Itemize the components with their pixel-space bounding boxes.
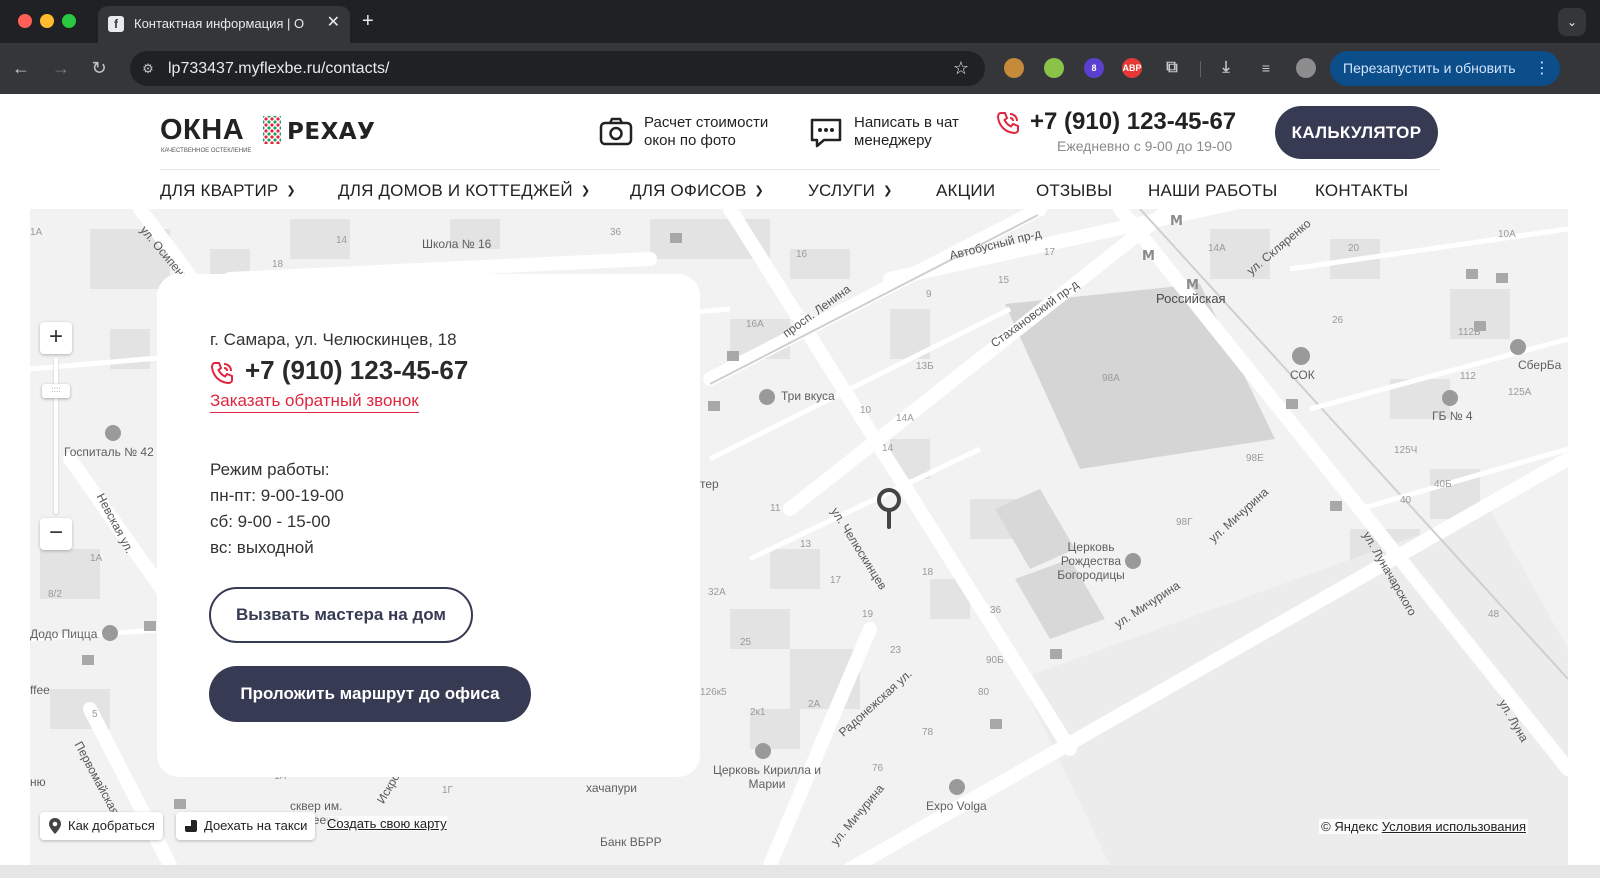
maximize-window-button[interactable] (62, 14, 76, 28)
menu-item-apartments[interactable]: ДЛЯ КВАРТИР ❯ (160, 181, 296, 201)
hours-title: Режим работы: (210, 460, 330, 479)
kiwi-extension-icon[interactable] (1044, 58, 1064, 78)
map-create-link[interactable]: Создать свою карту (327, 816, 447, 831)
relaunch-update-button[interactable]: Перезапустить и обновить ⋮ (1330, 51, 1560, 86)
build-route-button[interactable]: Проложить маршрут до офиса (209, 666, 531, 722)
header-working-hours: Ежедневно с 9-00 до 19-00 (1057, 138, 1233, 154)
phone-ringing-icon (210, 362, 233, 385)
profile-avatar[interactable] (1296, 58, 1316, 78)
site-settings-icon[interactable]: ⚙ (138, 59, 158, 79)
zoom-in-button[interactable]: + (40, 322, 72, 354)
zoom-slider-handle[interactable]: :::: (42, 384, 70, 398)
page-bottom-edge (0, 865, 1600, 878)
chevron-down-icon: ❯ (754, 185, 764, 197)
download-icon[interactable]: ⤓ (1216, 58, 1236, 78)
phone-ringing-icon (996, 112, 1019, 135)
map-taxi-button[interactable]: Доехать на такси (176, 812, 316, 840)
tab-close-icon[interactable]: ✕ (327, 14, 340, 32)
map-copyright-text: © Яндекс (1321, 819, 1379, 834)
menu-item-houses[interactable]: ДЛЯ ДОМОВ И КОТТЕДЖЕЙ ❯ (338, 181, 590, 201)
chevron-down-icon: ❯ (580, 185, 591, 197)
menu-item-works[interactable]: НАШИ РАБОТЫ (1148, 181, 1278, 201)
photo-calc-text: Расчет стоимости окон по фото (644, 114, 769, 149)
camera-icon (599, 117, 633, 146)
map-route-label: Как добраться (68, 818, 155, 833)
header-phone-block[interactable]: +7 (910) 123-45-67 Ежедневно с 9-00 до 1… (995, 108, 1236, 158)
call-master-button[interactable]: Вызвать мастера на дом (209, 587, 473, 643)
zoom-out-button[interactable]: − (40, 518, 72, 550)
map-zoom-control: + :::: − (40, 322, 72, 552)
browser-titlebar: f Контактная информация | О ✕ + ⌄ (0, 0, 1600, 43)
relaunch-label: Перезапустить и обновить (1343, 60, 1516, 76)
logo-tagline: КАЧЕСТВЕННОЕ ОСТЕКЛЕНИЕ (161, 148, 252, 154)
menu-item-offices[interactable]: ДЛЯ ОФИСОВ ❯ (630, 181, 764, 201)
minimize-window-button[interactable] (40, 14, 54, 28)
menu-label: ДЛЯ ДОМОВ И КОТТЕДЖЕЙ (338, 181, 573, 200)
new-tab-button[interactable]: + (362, 10, 374, 32)
logo-dots-icon (263, 116, 281, 144)
chevron-down-icon: ❯ (883, 185, 893, 197)
logo-rehau-text: РЕХАУ (287, 119, 376, 145)
extensions-puzzle-icon[interactable]: ⧉ (1162, 58, 1182, 78)
menu-item-promo[interactable]: АКЦИИ (936, 181, 995, 201)
cookie-extension-icon[interactable] (1004, 58, 1024, 78)
more-vertical-icon[interactable]: ⋮ (1534, 51, 1550, 86)
chat-bubble-icon (810, 118, 842, 148)
hours-weekdays: пн-пт: 9-00-19-00 (210, 486, 344, 505)
map-marker-icon (49, 818, 61, 834)
header-phone-number[interactable]: +7 (910) 123-45-67 (1030, 108, 1236, 136)
forward-arrow-icon[interactable]: → (50, 57, 72, 79)
chat-manager-text: Написать в чат менеджеру (854, 114, 959, 149)
back-arrow-icon[interactable]: ← (10, 57, 32, 79)
adblock-extension-icon[interactable]: ABP (1122, 58, 1142, 78)
header-divider (160, 169, 1440, 170)
svg-text:M: M (1142, 249, 1155, 264)
menu-label: УСЛУГИ (808, 181, 876, 200)
address-bar[interactable]: ⚙ lp733437.myflexbe.ru/contacts/ ☆ (130, 51, 985, 86)
hours-saturday: сб: 9-00 - 15-00 (210, 512, 331, 531)
main-menu: ДЛЯ КВАРТИР ❯ ДЛЯ ДОМОВ И КОТТЕДЖЕЙ ❯ ДЛЯ … (0, 173, 1600, 209)
site-header: ОКНА КАЧЕСТВЕННОЕ ОСТЕКЛЕНИЕ РЕХАУ Расче… (0, 94, 1600, 209)
reload-icon[interactable]: ↻ (88, 57, 110, 79)
chevron-down-icon: ❯ (286, 185, 296, 197)
hours-sunday: вс: выходной (210, 538, 314, 557)
svg-text:M: M (1170, 214, 1183, 229)
taxi-icon (185, 820, 197, 832)
logo-okna-text: ОКНА (160, 114, 245, 146)
toolbar-divider (1200, 61, 1201, 77)
map-route-button[interactable]: Как добраться (40, 812, 163, 840)
contact-card: г. Самара, ул. Челюскинцев, 18 +7 (910) … (157, 274, 700, 777)
callback-link[interactable]: Заказать обратный звонок (210, 390, 419, 413)
working-hours: Режим работы: пн-пт: 9-00-19-00 сб: 9-00… (210, 457, 344, 561)
svg-text:M: M (1186, 278, 1199, 293)
browser-tab[interactable]: f Контактная информация | О ✕ (98, 6, 350, 43)
office-address: г. Самара, ул. Челюскинцев, 18 (210, 330, 457, 349)
address-bar-url[interactable]: lp733437.myflexbe.ru/contacts/ (168, 59, 389, 79)
menu-item-reviews[interactable]: ОТЗЫВЫ (1036, 181, 1112, 201)
menu-label: ДЛЯ КВАРТИР (160, 181, 279, 200)
map-location-pin-icon[interactable] (874, 487, 904, 529)
shield-extension-icon[interactable]: 8 (1084, 58, 1104, 78)
tab-search-button[interactable]: ⌄ (1558, 8, 1586, 36)
card-phone-number[interactable]: +7 (910) 123-45-67 (245, 355, 468, 386)
close-window-button[interactable] (18, 14, 32, 28)
media-control-icon[interactable]: ≡ (1256, 58, 1276, 78)
zoom-slider-track[interactable] (54, 358, 58, 514)
bookmark-star-icon[interactable]: ☆ (953, 57, 969, 79)
site-logo[interactable]: ОКНА КАЧЕСТВЕННОЕ ОСТЕКЛЕНИЕ РЕХАУ (160, 114, 375, 154)
tab-title: Контактная информация | О (134, 16, 305, 31)
map-taxi-label: Доехать на такси (204, 818, 308, 833)
menu-label: ДЛЯ ОФИСОВ (630, 181, 747, 200)
map-copyright: © Яндекс Условия использования (1319, 819, 1528, 834)
tab-favicon-icon: f (108, 16, 124, 32)
calculator-button[interactable]: КАЛЬКУЛЯТОР (1275, 106, 1438, 159)
browser-toolbar: ← → ↻ ⚙ lp733437.myflexbe.ru/contacts/ ☆… (0, 43, 1600, 94)
menu-item-services[interactable]: УСЛУГИ ❯ (808, 181, 893, 201)
menu-item-contacts[interactable]: КОНТАКТЫ (1315, 181, 1408, 201)
map-terms-link[interactable]: Условия использования (1382, 819, 1526, 834)
